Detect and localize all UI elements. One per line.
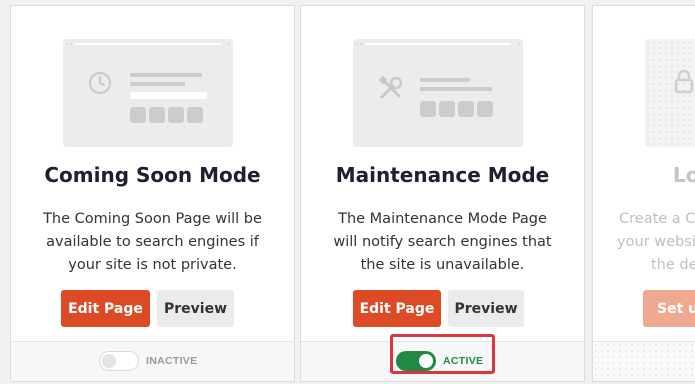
login-card: Lo Create a Cu your websit the de Set u <box>592 5 695 382</box>
status-label: INACTIVE <box>146 355 198 367</box>
set-up-button[interactable]: Set u <box>643 290 695 327</box>
lock-icon <box>674 69 694 94</box>
card-footer: INACTIVE <box>11 341 294 381</box>
card-title: Coming Soon Mode <box>44 163 261 187</box>
maintenance-card: Maintenance Mode The Maintenance Mode Pa… <box>300 5 585 382</box>
card-description: Create a Cu your websit the de <box>617 208 695 277</box>
preview-button[interactable]: Preview <box>448 290 524 327</box>
preview-button[interactable]: Preview <box>157 290 234 327</box>
clock-icon <box>89 72 111 94</box>
browser-illustration <box>353 39 523 147</box>
description-line: the de <box>651 257 695 273</box>
edit-page-button[interactable]: Edit Page <box>353 290 441 327</box>
card-description: The Coming Soon Page will be available t… <box>43 211 262 273</box>
card-footer: ACTIVE <box>301 341 584 381</box>
status-toggle[interactable] <box>99 351 139 371</box>
browser-illustration <box>645 39 695 147</box>
browser-illustration <box>63 39 233 147</box>
edit-page-button[interactable]: Edit Page <box>61 290 150 327</box>
description-line: Create a Cu <box>619 211 695 227</box>
tools-icon <box>378 75 403 99</box>
status-label: ACTIVE <box>443 355 484 367</box>
card-description: The Maintenance Mode Page will notify se… <box>333 211 552 273</box>
card-footer <box>593 341 695 381</box>
card-title: Maintenance Mode <box>335 163 550 187</box>
card-title: Lo <box>673 163 695 187</box>
coming-soon-card: Coming Soon Mode The Coming Soon Page wi… <box>10 5 295 382</box>
status-toggle[interactable] <box>396 351 436 371</box>
description-line: your websit <box>617 234 695 250</box>
